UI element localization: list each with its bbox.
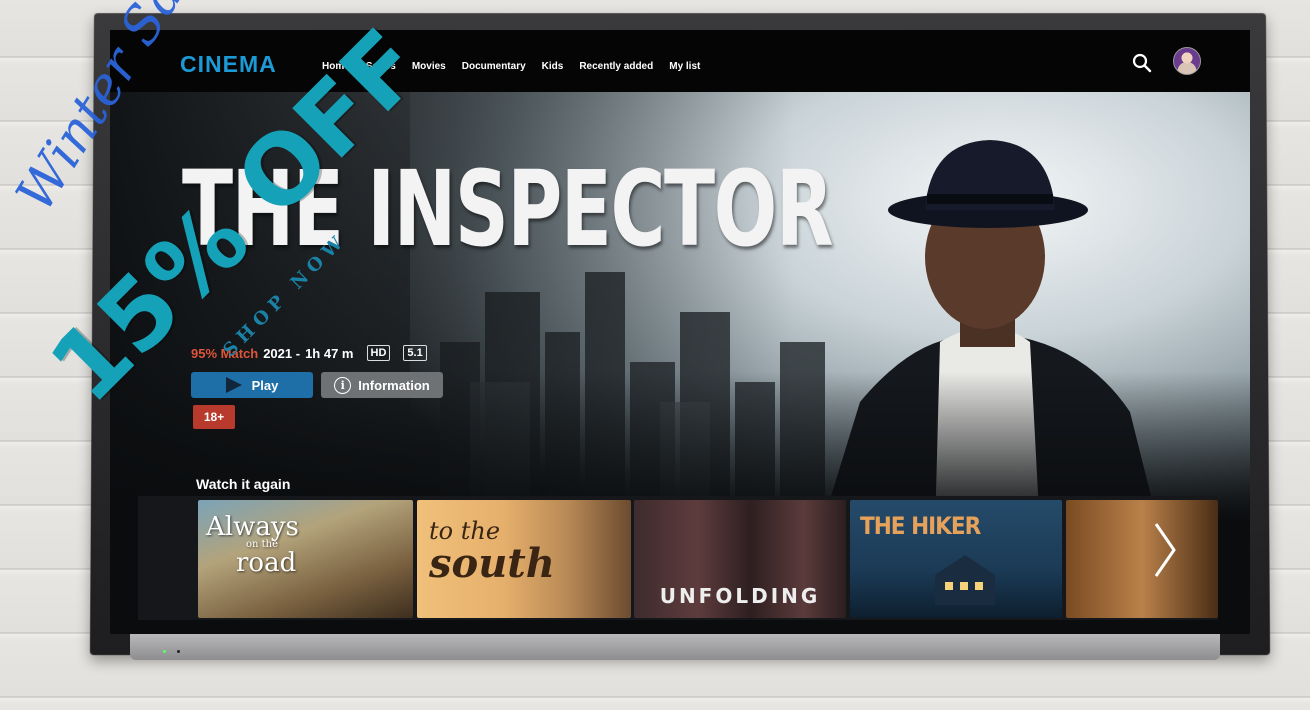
match-score: 95% Match: [191, 345, 259, 361]
nav-series[interactable]: Series: [366, 61, 396, 72]
info-icon: i: [334, 376, 352, 394]
tile-the-hiker[interactable]: THE HIKER: [850, 500, 1062, 618]
duration: 1h 47 m: [305, 345, 354, 361]
tile-title-line2: south: [429, 540, 555, 587]
nav-my-list[interactable]: My list: [669, 61, 700, 72]
hero-metadata: 95% Match 2021 - 1h 47 m HD 5.1: [191, 345, 427, 361]
nav-recently-added[interactable]: Recently added: [579, 61, 653, 72]
tile-title: UNFOLDING: [659, 584, 821, 608]
information-button[interactable]: i Information: [321, 372, 443, 398]
house-image: [935, 555, 995, 605]
tile-to-the-south[interactable]: to the south: [417, 500, 631, 618]
audio-badge: 5.1: [403, 345, 427, 361]
tile-always-on-the-road[interactable]: Always on the road: [198, 500, 413, 618]
tile-title: Always on the road: [206, 514, 299, 576]
nav-kids[interactable]: Kids: [542, 61, 564, 72]
power-led: [163, 650, 166, 653]
tv-bottom-bezel: [130, 634, 1220, 660]
tv-screen: CINEMA Home Series Movies Documentary Ki…: [110, 30, 1250, 634]
nav-home[interactable]: Home: [322, 61, 350, 72]
release-year: 2021 -: [263, 345, 301, 361]
tile-title: to the south: [429, 518, 555, 584]
app-logo[interactable]: CINEMA: [180, 51, 277, 78]
tile-title: THE HIKER: [860, 512, 981, 540]
tile-title-line1: Always: [206, 512, 299, 542]
nav-documentary[interactable]: Documentary: [462, 61, 526, 72]
nav-movies[interactable]: Movies: [412, 61, 446, 72]
nav-menu: Home Series Movies Documentary Kids Rece…: [322, 61, 700, 72]
hd-badge: HD: [366, 345, 391, 361]
top-navigation: CINEMA Home Series Movies Documentary Ki…: [110, 30, 1250, 92]
tile-partial[interactable]: [1066, 500, 1218, 618]
search-icon[interactable]: [1132, 53, 1152, 73]
row-title: Watch it again: [196, 476, 291, 492]
play-icon: [225, 377, 242, 393]
watch-again-row: Always on the road to the south UNFOLDIN…: [138, 496, 1218, 620]
age-rating-badge: 18+: [193, 405, 235, 429]
information-button-label: Information: [358, 377, 430, 393]
sensor-led: [177, 650, 180, 653]
avatar[interactable]: [1173, 47, 1201, 75]
play-button-label: Play: [251, 377, 279, 393]
hero-banner: THE INSPECTOR 95% Match 2021 - 1h 47 m H…: [110, 92, 1250, 522]
tile-title-line2: road: [236, 548, 297, 578]
chevron-right-icon[interactable]: [1150, 520, 1180, 580]
play-button[interactable]: Play: [191, 372, 313, 398]
hero-title: THE INSPECTOR: [182, 148, 834, 270]
tile-unfolding[interactable]: UNFOLDING: [634, 500, 846, 618]
